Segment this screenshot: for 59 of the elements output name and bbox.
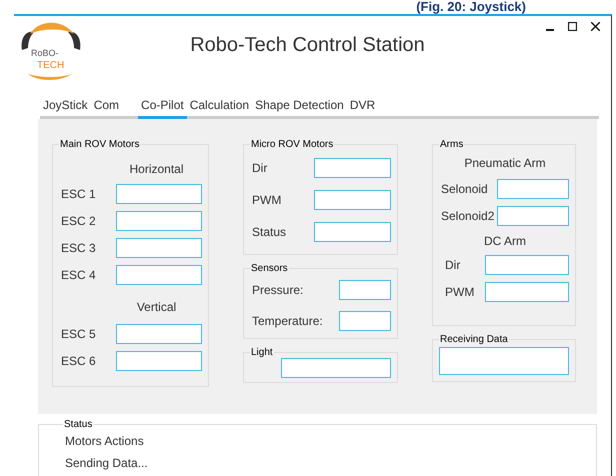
field-label: ESC 6 xyxy=(61,354,96,368)
input-field[interactable] xyxy=(314,158,391,178)
minimize-icon xyxy=(546,29,554,31)
group-title: Receiving Data xyxy=(439,334,509,345)
field-label: ESC 1 xyxy=(61,186,96,200)
close-icon xyxy=(591,22,600,31)
section-heading: Pneumatic Arm xyxy=(463,156,547,170)
maximize-icon xyxy=(568,22,577,31)
field-label: Pressure: xyxy=(252,282,304,296)
field-label: Dir xyxy=(252,161,268,175)
section-heading: Horizontal xyxy=(128,162,185,176)
tab[interactable]: Shape Detection xyxy=(252,94,347,119)
section-heading: Vertical xyxy=(136,300,178,314)
input-field[interactable] xyxy=(281,358,391,378)
input-field[interactable] xyxy=(497,178,569,198)
input-field[interactable] xyxy=(439,347,569,375)
figure-caption: (Fig. 20: Joystick) xyxy=(416,0,526,14)
input-field[interactable] xyxy=(339,280,391,300)
input-field[interactable] xyxy=(116,350,202,370)
field-label: Status xyxy=(252,225,286,239)
tab[interactable]: Calculation xyxy=(186,94,252,119)
input-field[interactable] xyxy=(116,238,202,258)
section-heading: DC Arm xyxy=(483,234,527,248)
status-text: Motors Actions xyxy=(65,433,145,450)
input-field[interactable] xyxy=(116,210,202,230)
field-label: ESC 2 xyxy=(61,214,96,228)
input-field[interactable] xyxy=(339,310,391,330)
tab[interactable]: DVR xyxy=(346,94,378,119)
tab[interactable]: Com xyxy=(90,94,122,119)
field-label: ESC 5 xyxy=(61,326,96,340)
maximize-button[interactable] xyxy=(565,20,580,33)
group-title: Sensors xyxy=(250,263,289,274)
input-field[interactable] xyxy=(314,222,391,242)
input-field[interactable] xyxy=(497,206,569,226)
field-label: Selonoid2 xyxy=(441,208,494,222)
group-title: Status xyxy=(63,419,94,430)
input-field[interactable] xyxy=(116,324,202,344)
logo-text: RoBO- xyxy=(31,48,59,58)
group-title: Arms xyxy=(439,139,464,150)
group-title: Light xyxy=(250,347,274,358)
field-label: Temperature: xyxy=(252,314,323,328)
tab[interactable]: JoyStick xyxy=(40,94,91,119)
group-title: Micro ROV Motors xyxy=(250,139,334,150)
field-label: Dir xyxy=(445,258,460,272)
close-button[interactable] xyxy=(588,20,603,33)
group-title: Main ROV Motors xyxy=(59,139,140,150)
field-label: ESC 4 xyxy=(61,268,96,282)
window-title: Robo-Tech Control Station xyxy=(189,34,426,57)
status-text: Sending Data... xyxy=(65,455,149,472)
input-field[interactable] xyxy=(485,254,569,274)
input-field[interactable] xyxy=(485,282,569,302)
field-label: PWM xyxy=(252,193,282,207)
field-label: PWM xyxy=(445,284,474,298)
input-field[interactable] xyxy=(116,184,202,204)
input-field[interactable] xyxy=(314,190,391,210)
input-field[interactable] xyxy=(116,264,202,284)
field-label: Selonoid xyxy=(441,182,488,196)
field-label: ESC 3 xyxy=(61,240,96,254)
logo-text: TECH xyxy=(37,60,64,71)
